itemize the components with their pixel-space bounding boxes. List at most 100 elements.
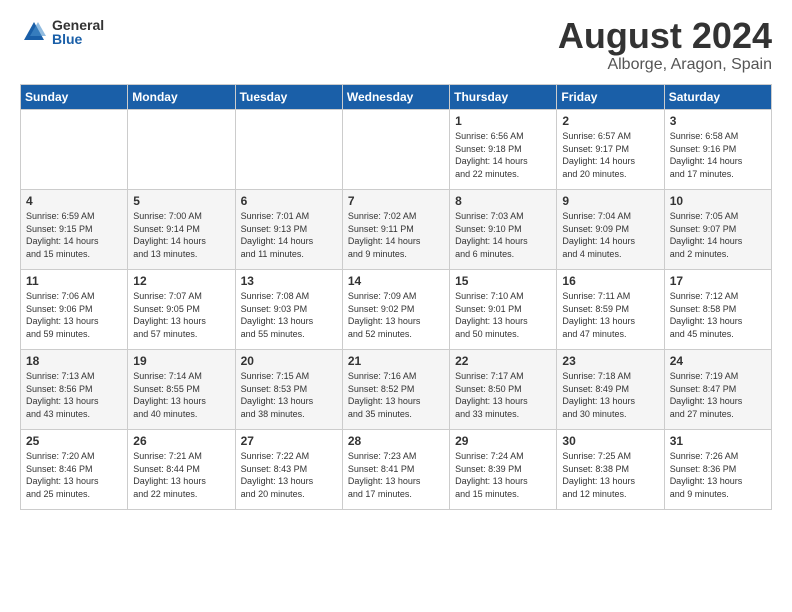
weekday-header-saturday: Saturday xyxy=(664,85,771,110)
cell-info: Sunrise: 6:59 AMSunset: 9:15 PMDaylight:… xyxy=(26,211,99,259)
day-number: 15 xyxy=(455,274,551,288)
calendar-table: SundayMondayTuesdayWednesdayThursdayFrid… xyxy=(20,84,772,510)
calendar-cell: 29 Sunrise: 7:24 AMSunset: 8:39 PMDayligh… xyxy=(450,430,557,510)
cell-info: Sunrise: 7:20 AMSunset: 8:46 PMDaylight:… xyxy=(26,451,99,499)
calendar-cell xyxy=(128,110,235,190)
cell-info: Sunrise: 7:02 AMSunset: 9:11 PMDaylight:… xyxy=(348,211,421,259)
day-number: 11 xyxy=(26,274,122,288)
day-number: 5 xyxy=(133,194,229,208)
day-number: 19 xyxy=(133,354,229,368)
calendar-cell: 19 Sunrise: 7:14 AMSunset: 8:55 PMDayligh… xyxy=(128,350,235,430)
day-number: 26 xyxy=(133,434,229,448)
day-number: 14 xyxy=(348,274,444,288)
weekday-header-tuesday: Tuesday xyxy=(235,85,342,110)
cell-info: Sunrise: 7:12 AMSunset: 8:58 PMDaylight:… xyxy=(670,291,743,339)
day-number: 28 xyxy=(348,434,444,448)
week-row-4: 18 Sunrise: 7:13 AMSunset: 8:56 PMDayligh… xyxy=(21,350,772,430)
cell-info: Sunrise: 7:13 AMSunset: 8:56 PMDaylight:… xyxy=(26,371,99,419)
day-number: 1 xyxy=(455,114,551,128)
calendar-cell: 22 Sunrise: 7:17 AMSunset: 8:50 PMDayligh… xyxy=(450,350,557,430)
calendar-cell: 5Sunrise: 7:00 AMSunset: 9:14 PMDaylight… xyxy=(128,190,235,270)
day-number: 8 xyxy=(455,194,551,208)
calendar-cell: 1 Sunrise: 6:56 AMSunset: 9:18 PMDaylight… xyxy=(450,110,557,190)
cell-info: Sunrise: 7:08 AMSunset: 9:03 PMDaylight:… xyxy=(241,291,314,339)
calendar-cell: 16Sunrise: 7:11 AMSunset: 8:59 PMDayligh… xyxy=(557,270,664,350)
calendar-cell: 21Sunrise: 7:16 AMSunset: 8:52 PMDayligh… xyxy=(342,350,449,430)
calendar-cell: 8 Sunrise: 7:03 AMSunset: 9:10 PMDaylight… xyxy=(450,190,557,270)
cell-info: Sunrise: 7:14 AMSunset: 8:55 PMDaylight:… xyxy=(133,371,206,419)
calendar-cell: 27Sunrise: 7:22 AMSunset: 8:43 PMDayligh… xyxy=(235,430,342,510)
calendar-cell: 2Sunrise: 6:57 AMSunset: 9:17 PMDaylight… xyxy=(557,110,664,190)
day-number: 29 xyxy=(455,434,551,448)
cell-info: Sunrise: 7:15 AMSunset: 8:53 PMDaylight:… xyxy=(241,371,314,419)
calendar-body: 1 Sunrise: 6:56 AMSunset: 9:18 PMDaylight… xyxy=(21,110,772,510)
day-number: 31 xyxy=(670,434,766,448)
cell-info: Sunrise: 7:23 AMSunset: 8:41 PMDaylight:… xyxy=(348,451,421,499)
calendar-cell: 17Sunrise: 7:12 AMSunset: 8:58 PMDayligh… xyxy=(664,270,771,350)
cell-info: Sunrise: 6:56 AMSunset: 9:18 PMDaylight:… xyxy=(455,131,528,179)
day-number: 3 xyxy=(670,114,766,128)
weekday-header-sunday: Sunday xyxy=(21,85,128,110)
cell-info: Sunrise: 7:05 AMSunset: 9:07 PMDaylight:… xyxy=(670,211,743,259)
title-block: August 2024 Alborge, Aragon, Spain xyxy=(558,18,772,74)
weekday-header-thursday: Thursday xyxy=(450,85,557,110)
logo-blue-text: Blue xyxy=(52,32,104,46)
cell-info: Sunrise: 7:11 AMSunset: 8:59 PMDaylight:… xyxy=(562,291,635,339)
day-number: 9 xyxy=(562,194,658,208)
calendar-cell: 20Sunrise: 7:15 AMSunset: 8:53 PMDayligh… xyxy=(235,350,342,430)
logo-general-text: General xyxy=(52,18,104,32)
cell-info: Sunrise: 7:03 AMSunset: 9:10 PMDaylight:… xyxy=(455,211,528,259)
cell-info: Sunrise: 7:04 AMSunset: 9:09 PMDaylight:… xyxy=(562,211,635,259)
calendar-cell: 9 Sunrise: 7:04 AMSunset: 9:09 PMDaylight… xyxy=(557,190,664,270)
day-number: 10 xyxy=(670,194,766,208)
cell-info: Sunrise: 7:18 AMSunset: 8:49 PMDaylight:… xyxy=(562,371,635,419)
cell-info: Sunrise: 7:10 AMSunset: 9:01 PMDaylight:… xyxy=(455,291,528,339)
cell-info: Sunrise: 7:09 AMSunset: 9:02 PMDaylight:… xyxy=(348,291,421,339)
cell-info: Sunrise: 7:06 AMSunset: 9:06 PMDaylight:… xyxy=(26,291,99,339)
cell-info: Sunrise: 7:17 AMSunset: 8:50 PMDaylight:… xyxy=(455,371,528,419)
logo-icon xyxy=(20,18,48,46)
calendar-cell: 26 Sunrise: 7:21 AMSunset: 8:44 PMDayligh… xyxy=(128,430,235,510)
calendar-cell: 4 Sunrise: 6:59 AMSunset: 9:15 PMDaylight… xyxy=(21,190,128,270)
day-number: 4 xyxy=(26,194,122,208)
cell-info: Sunrise: 7:19 AMSunset: 8:47 PMDaylight:… xyxy=(670,371,743,419)
day-number: 7 xyxy=(348,194,444,208)
calendar-cell: 25 Sunrise: 7:20 AMSunset: 8:46 PMDayligh… xyxy=(21,430,128,510)
cell-info: Sunrise: 7:21 AMSunset: 8:44 PMDaylight:… xyxy=(133,451,206,499)
weekday-row: SundayMondayTuesdayWednesdayThursdayFrid… xyxy=(21,85,772,110)
day-number: 18 xyxy=(26,354,122,368)
header: General Blue August 2024 Alborge, Aragon… xyxy=(20,18,772,74)
calendar-cell xyxy=(342,110,449,190)
calendar-cell: 10 Sunrise: 7:05 AMSunset: 9:07 PMDayligh… xyxy=(664,190,771,270)
day-number: 22 xyxy=(455,354,551,368)
week-row-3: 11 Sunrise: 7:06 AMSunset: 9:06 PMDayligh… xyxy=(21,270,772,350)
logo: General Blue xyxy=(20,18,104,46)
day-number: 30 xyxy=(562,434,658,448)
weekday-header-monday: Monday xyxy=(128,85,235,110)
cell-info: Sunrise: 7:24 AMSunset: 8:39 PMDaylight:… xyxy=(455,451,528,499)
weekday-header-wednesday: Wednesday xyxy=(342,85,449,110)
week-row-2: 4 Sunrise: 6:59 AMSunset: 9:15 PMDaylight… xyxy=(21,190,772,270)
calendar-cell: 15 Sunrise: 7:10 AMSunset: 9:01 PMDayligh… xyxy=(450,270,557,350)
logo-text: General Blue xyxy=(52,18,104,46)
cell-info: Sunrise: 6:57 AMSunset: 9:17 PMDaylight:… xyxy=(562,131,635,179)
day-number: 27 xyxy=(241,434,337,448)
cell-info: Sunrise: 7:25 AMSunset: 8:38 PMDaylight:… xyxy=(562,451,635,499)
calendar-cell: 24Sunrise: 7:19 AMSunset: 8:47 PMDayligh… xyxy=(664,350,771,430)
day-number: 25 xyxy=(26,434,122,448)
calendar-cell: 30 Sunrise: 7:25 AMSunset: 8:38 PMDayligh… xyxy=(557,430,664,510)
day-number: 23 xyxy=(562,354,658,368)
weekday-header-friday: Friday xyxy=(557,85,664,110)
cell-info: Sunrise: 7:07 AMSunset: 9:05 PMDaylight:… xyxy=(133,291,206,339)
title-location: Alborge, Aragon, Spain xyxy=(558,56,772,74)
calendar-cell: 18 Sunrise: 7:13 AMSunset: 8:56 PMDayligh… xyxy=(21,350,128,430)
calendar-cell: 11 Sunrise: 7:06 AMSunset: 9:06 PMDayligh… xyxy=(21,270,128,350)
calendar-cell: 28 Sunrise: 7:23 AMSunset: 8:41 PMDayligh… xyxy=(342,430,449,510)
day-number: 21 xyxy=(348,354,444,368)
calendar-cell: 23 Sunrise: 7:18 AMSunset: 8:49 PMDayligh… xyxy=(557,350,664,430)
day-number: 13 xyxy=(241,274,337,288)
calendar-header: SundayMondayTuesdayWednesdayThursdayFrid… xyxy=(21,85,772,110)
cell-info: Sunrise: 7:26 AMSunset: 8:36 PMDaylight:… xyxy=(670,451,743,499)
day-number: 6 xyxy=(241,194,337,208)
cell-info: Sunrise: 6:58 AMSunset: 9:16 PMDaylight:… xyxy=(670,131,743,179)
